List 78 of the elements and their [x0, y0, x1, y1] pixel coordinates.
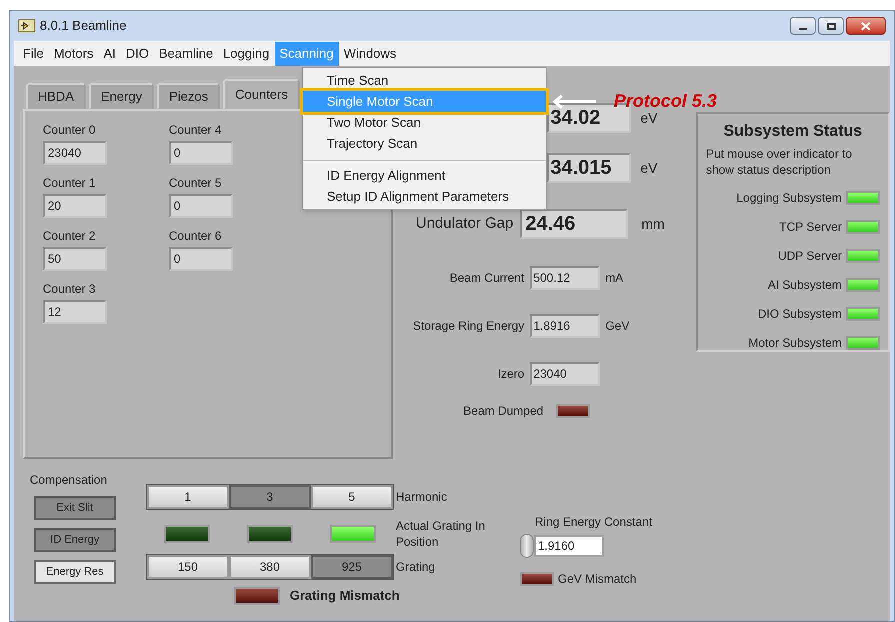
indicator-label: Beam Dumped — [462, 403, 544, 420]
row-label: Harmonic — [396, 489, 448, 506]
unit-label: eV — [640, 158, 658, 178]
numeric-field[interactable]: 1.9160 — [534, 535, 604, 557]
counter-label: Counter 4 — [169, 122, 223, 139]
harmonic-button[interactable]: 1 — [147, 485, 229, 509]
unit-label: mA — [606, 270, 624, 287]
grating-button[interactable]: 925 — [311, 555, 393, 579]
close-icon — [861, 22, 871, 30]
menu-option[interactable]: Two Motor Scan — [303, 112, 546, 133]
readout-field: 1.8916 — [530, 314, 600, 338]
counter-field: 20 — [43, 194, 107, 218]
status-label: DIO Subsystem — [758, 306, 842, 323]
counter-label: Counter 3 — [43, 281, 97, 298]
app-icon — [18, 18, 36, 34]
status-label: TCP Server — [780, 219, 842, 236]
tab[interactable]: Piezos — [157, 83, 220, 109]
counter-field: 12 — [43, 300, 107, 324]
toggle-button[interactable]: Exit Slit — [34, 496, 116, 520]
field-label: Ring Energy Constant — [535, 514, 652, 531]
counter-label: Counter 6 — [169, 228, 223, 245]
harmonic-button[interactable]: 5 — [311, 485, 393, 509]
counter-field: 0 — [169, 141, 233, 165]
counter-field: 0 — [169, 247, 233, 271]
menu-item[interactable]: File — [18, 42, 49, 66]
menu-item[interactable]: DIO — [120, 42, 154, 66]
readout-label: Beam Current — [448, 270, 525, 287]
row-label: Actual Grating In Position — [396, 518, 486, 550]
panel-description: Put mouse over indicator to show status description — [706, 146, 854, 178]
readout-field: 500.12 — [530, 266, 600, 290]
indicator-label: Grating Mismatch — [290, 587, 400, 605]
status-label: Motor Subsystem — [748, 335, 842, 352]
indicator-label: GeV Mismatch — [558, 571, 637, 588]
readout-field: 23040 — [530, 362, 600, 386]
menu-item[interactable]: Motors — [48, 42, 99, 66]
menu-item[interactable]: Logging — [218, 42, 275, 66]
unit-label: GeV — [606, 318, 630, 335]
readout-label: Izero — [496, 366, 525, 383]
tab[interactable]: HBDA — [26, 83, 86, 109]
group-label: Compensation — [30, 472, 108, 489]
energy-field: 34.015 — [546, 153, 631, 183]
spinner-arrows[interactable] — [520, 534, 534, 558]
arrow-icon — [552, 94, 596, 110]
toggle-button[interactable]: ID Energy — [34, 528, 116, 552]
tab[interactable]: Counters — [223, 79, 300, 109]
menu-option[interactable]: ID Energy Alignment — [303, 165, 546, 186]
maximize-button[interactable] — [818, 17, 844, 35]
harmonic-button[interactable]: 3 — [229, 485, 311, 509]
menu-item[interactable]: Windows — [338, 42, 402, 66]
status-label: AI Subsystem — [768, 277, 842, 294]
status-label: Logging Subsystem — [736, 190, 842, 207]
counter-field: 0 — [169, 194, 233, 218]
counter-field: 23040 — [43, 141, 107, 165]
counter-label: Counter 5 — [169, 175, 223, 192]
readout-label: Undulator Gap — [415, 214, 514, 234]
counter-label: Counter 1 — [43, 175, 97, 192]
minimize-button[interactable] — [790, 17, 816, 35]
row-label: Grating — [396, 559, 436, 576]
counter-field: 50 — [43, 247, 107, 271]
menu-option[interactable]: Setup ID Alignment Parameters — [303, 186, 546, 207]
menu-option[interactable]: Trajectory Scan — [303, 133, 546, 154]
menu-item[interactable]: Beamline — [154, 42, 218, 66]
status-label: UDP Server — [778, 248, 842, 265]
window-title: 8.0.1 Beamline — [40, 17, 127, 36]
counter-label: Counter 0 — [43, 122, 97, 139]
grating-button[interactable]: 380 — [229, 555, 311, 579]
readout-label: Storage Ring Energy — [412, 318, 525, 335]
grating-button[interactable]: 150 — [147, 555, 229, 579]
panel-title: Subsystem Status — [722, 122, 864, 142]
menu-option[interactable]: Time Scan — [303, 70, 546, 91]
readout-field: 24.46 — [520, 209, 628, 239]
close-button[interactable] — [846, 17, 886, 35]
unit-label: eV — [640, 108, 658, 128]
menu-item[interactable]: AI — [98, 42, 121, 66]
unit-label: mm — [642, 214, 665, 234]
tab[interactable]: Energy — [89, 83, 154, 109]
toggle-button[interactable]: Energy Res — [34, 560, 116, 584]
counter-label: Counter 2 — [43, 228, 97, 245]
